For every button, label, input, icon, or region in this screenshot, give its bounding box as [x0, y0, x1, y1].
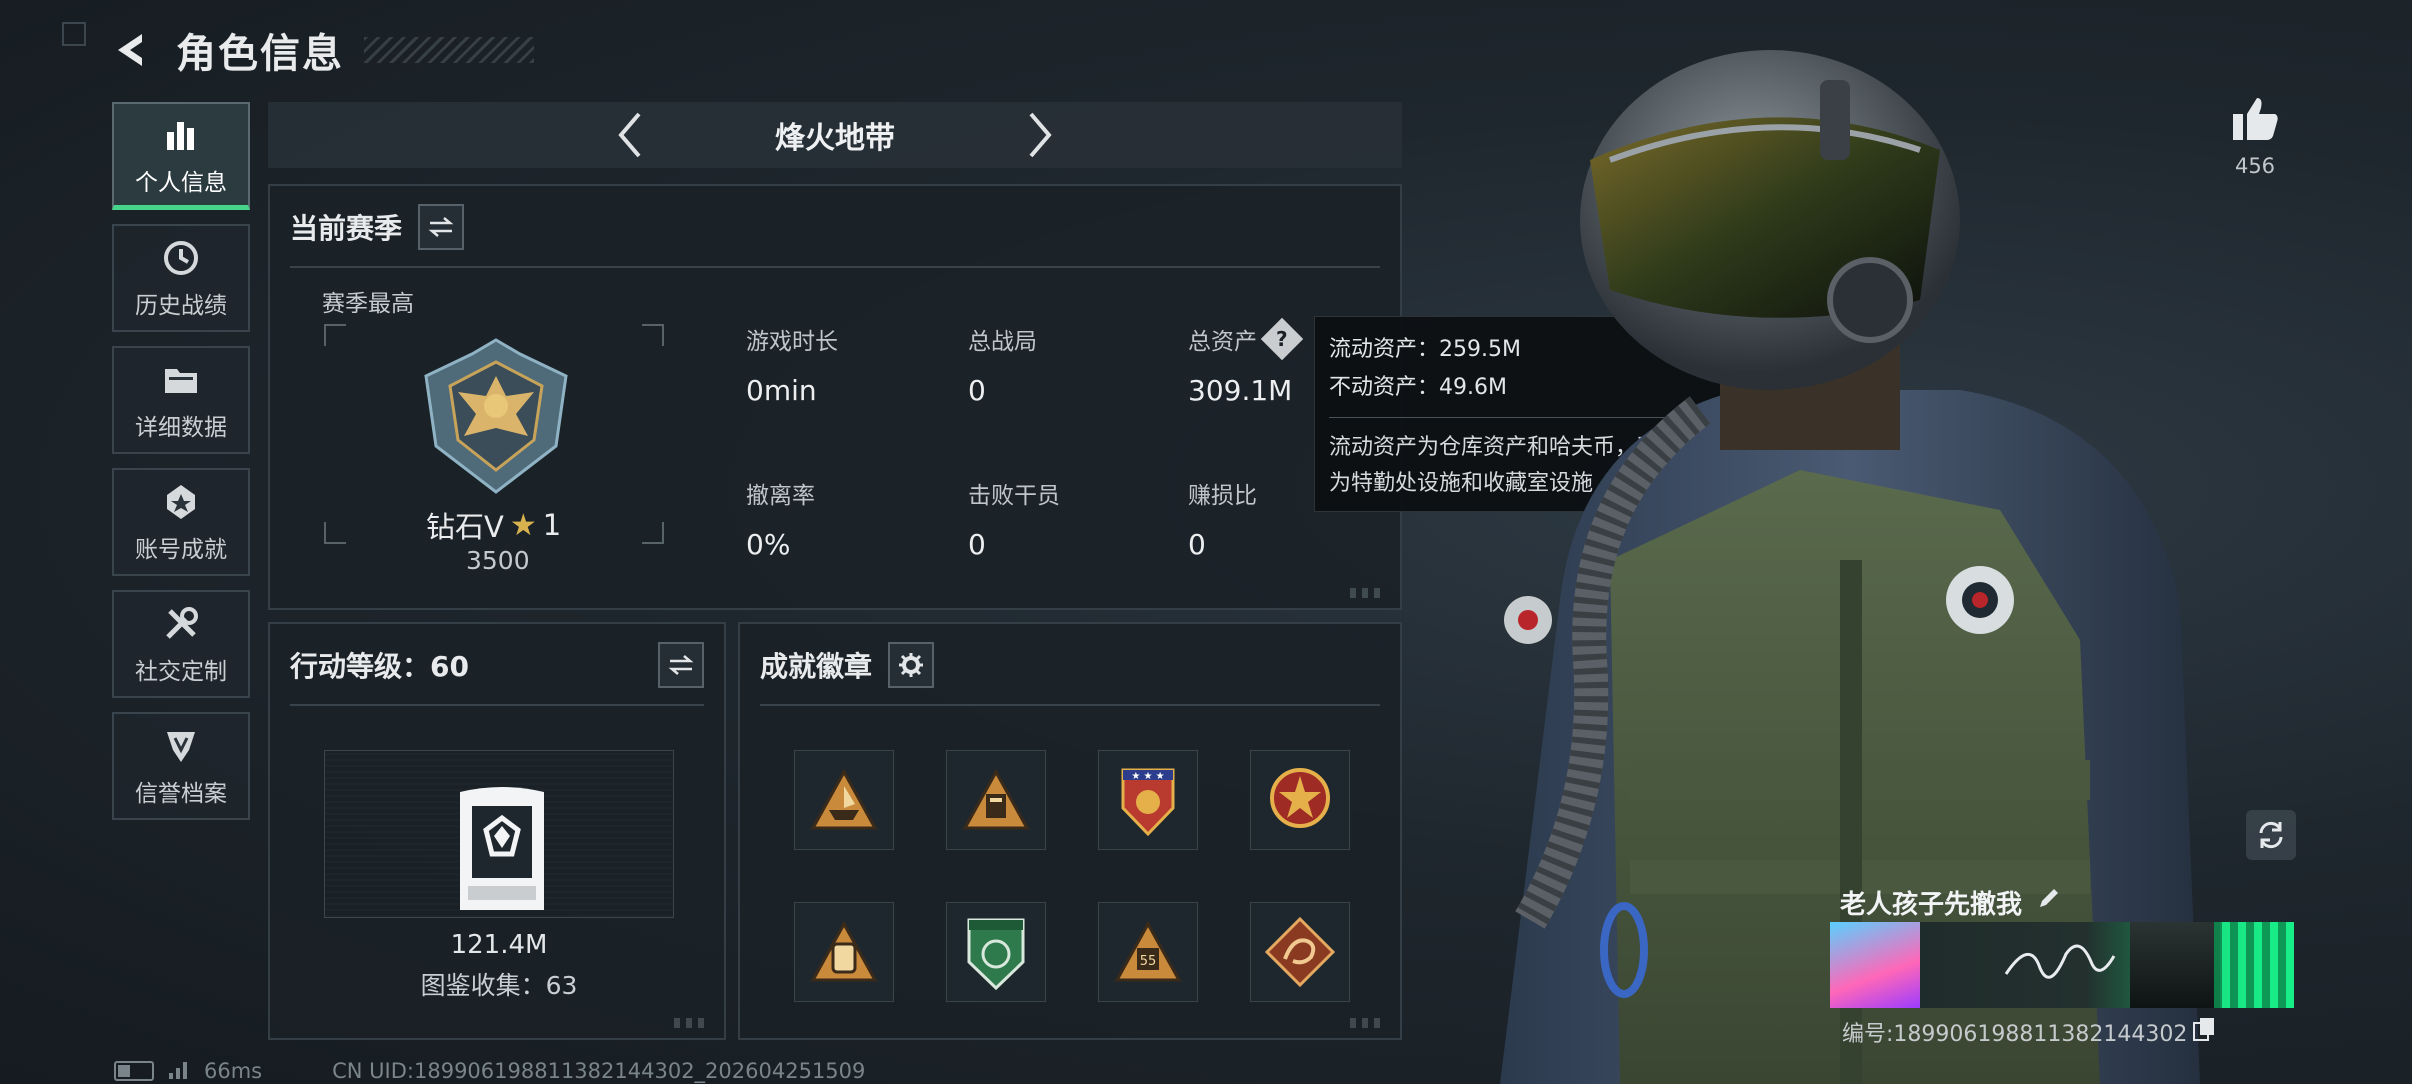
panel-decoration [1350, 588, 1386, 598]
mode-switcher: 烽火地带 [268, 102, 1402, 168]
corner-decoration [62, 22, 86, 46]
green-shield-badge-icon[interactable] [946, 902, 1046, 1002]
swap-level-button[interactable] [658, 642, 704, 688]
star-shield-badge-icon[interactable]: ★ ★ ★ [1098, 750, 1198, 850]
battery-icon [114, 1061, 154, 1081]
side-nav: 个人信息 历史战绩 详细数据 账号成就 社交定制 信誉档案 [112, 102, 250, 834]
svg-text:★ ★ ★: ★ ★ ★ [1131, 771, 1164, 782]
collection-cabinet-icon [452, 782, 552, 912]
ammo-badge-icon[interactable]: 55 [1098, 902, 1198, 1002]
rank-stars: 1 [542, 508, 562, 542]
status-bar: 66ms CN UID:18990619881138214430​2_20260… [114, 1058, 865, 1084]
mode-title: 烽火地带 [775, 121, 895, 156]
stat-extract-rate: 撤离率 0% [746, 483, 815, 561]
nav-item-history[interactable]: 历史战绩 [112, 224, 250, 332]
rank-score: 3500 [466, 546, 530, 575]
like-count: 456 [2234, 154, 2276, 178]
svg-text:55: 55 [1140, 954, 1157, 969]
next-mode-button[interactable] [1010, 105, 1070, 165]
like-button[interactable]: 456 [2228, 96, 2282, 178]
rank-name: 钻石V ★ 1 [426, 504, 561, 546]
prev-mode-button[interactable] [600, 105, 660, 165]
nav-label: 历史战绩 [135, 293, 227, 319]
banner-building [2214, 922, 2294, 1008]
nav-label: 信誉档案 [135, 781, 227, 807]
collection-value: 121.4M [450, 930, 548, 960]
achievement-badges-panel: 成就徽章 ★ ★ ★ 55 [738, 622, 1402, 1040]
uid-text: CN UID:18990619881138214430​2_2026042515… [332, 1059, 866, 1083]
badges-title: 成就徽章 [760, 650, 873, 683]
header: 角色信息 [110, 20, 534, 80]
banner-figure [2130, 922, 2220, 1008]
stat-profit-loss-ratio: 赚损比 0 [1188, 483, 1257, 561]
swap-season-button[interactable] [418, 204, 465, 250]
swap-icon [428, 217, 454, 237]
nav-label: 账号成就 [135, 537, 227, 563]
panel-decoration [1350, 1018, 1386, 1028]
badge-settings-button[interactable] [888, 642, 935, 688]
backpack-badge-icon[interactable] [794, 902, 894, 1002]
stat-total-assets: 总资产 ? 309.1M [1188, 317, 1304, 407]
signature-icon [2000, 934, 2120, 998]
nav-label: 个人信息 [135, 169, 227, 196]
title-decoration [364, 37, 534, 63]
banner-avatar [1830, 922, 1920, 1008]
nav-item-credit[interactable]: 信誉档案 [112, 712, 250, 820]
bar-chart-icon [163, 113, 199, 157]
page-title: 角色信息 [176, 31, 344, 77]
season-title: 当前赛季 [290, 212, 403, 245]
nav-item-detail-data[interactable]: 详细数据 [112, 346, 250, 454]
action-level-panel: 行动等级：60 121.4M 图鉴收集：63 [268, 622, 726, 1040]
nav-label: 社交定制 [135, 659, 227, 685]
player-name: 老人孩子先撤我 [1840, 884, 2060, 921]
edit-icon[interactable] [2036, 887, 2060, 918]
stat-total-matches: 总战局 0 [968, 329, 1037, 407]
role-info-screen: 角色信息 个人信息 历史战绩 详细数据 账号成就 社交定制 信誉档案 烽火地带 … [0, 0, 2412, 1084]
player-name-text: 老人孩子先撤我 [1840, 890, 2023, 920]
nav-item-social[interactable]: 社交定制 [112, 590, 250, 698]
stat-label: 总资产 [1188, 329, 1257, 355]
collection-count: 图鉴收集：63 [420, 971, 578, 1000]
dragon-badge-icon[interactable] [1250, 902, 1350, 1002]
divider [290, 266, 1380, 268]
stat-operators-defeated: 击败干员 0 [968, 483, 1060, 561]
star-icon: ★ [509, 507, 537, 543]
divider [290, 704, 704, 706]
tools-icon [162, 602, 200, 646]
ship-badge-icon[interactable] [794, 750, 894, 850]
help-icon[interactable]: ? [1260, 317, 1304, 361]
diamond-rank-emblem-icon [416, 336, 576, 496]
history-clock-icon [162, 236, 200, 280]
divider [760, 704, 1380, 706]
nav-label: 详细数据 [135, 415, 227, 441]
player-id-text: 编号:18990619881138214430​2 [1842, 1022, 2188, 1047]
credit-shield-icon [163, 724, 199, 768]
achievement-icon [163, 480, 199, 524]
nav-item-personal-info[interactable]: 个人信息 [112, 102, 250, 210]
star-medal-badge-icon[interactable] [1250, 750, 1350, 850]
stat-playtime: 游戏时长 0min [746, 329, 838, 407]
nav-item-achievements[interactable]: 账号成就 [112, 468, 250, 576]
season-best-label: 赛季最高 [322, 291, 414, 317]
rank-name-text: 钻石V [426, 510, 504, 544]
thumbs-up-icon [2233, 98, 2278, 140]
swap-icon [668, 655, 694, 675]
signal-icon [168, 1059, 190, 1084]
refresh-icon [2259, 821, 2283, 849]
player-id: 编号:18990619881138214430​2 [1842, 1016, 2215, 1048]
crate-badge-icon[interactable] [946, 750, 1046, 850]
copy-icon[interactable] [2193, 1017, 2215, 1047]
name-card-banner[interactable] [1830, 922, 2294, 1008]
folder-icon [162, 358, 200, 402]
gear-icon [899, 653, 924, 677]
back-arrow-icon[interactable] [110, 28, 154, 72]
season-panel: 当前赛季 赛季最高 钻石V ★ 1 3500 游戏时长 0min 总战局 0 总… [268, 184, 1402, 610]
panel-decoration [674, 1018, 710, 1028]
ping-value: 66ms [204, 1059, 263, 1083]
rotate-model-button[interactable] [2246, 810, 2296, 860]
action-level-title: 行动等级：60 [290, 650, 469, 683]
